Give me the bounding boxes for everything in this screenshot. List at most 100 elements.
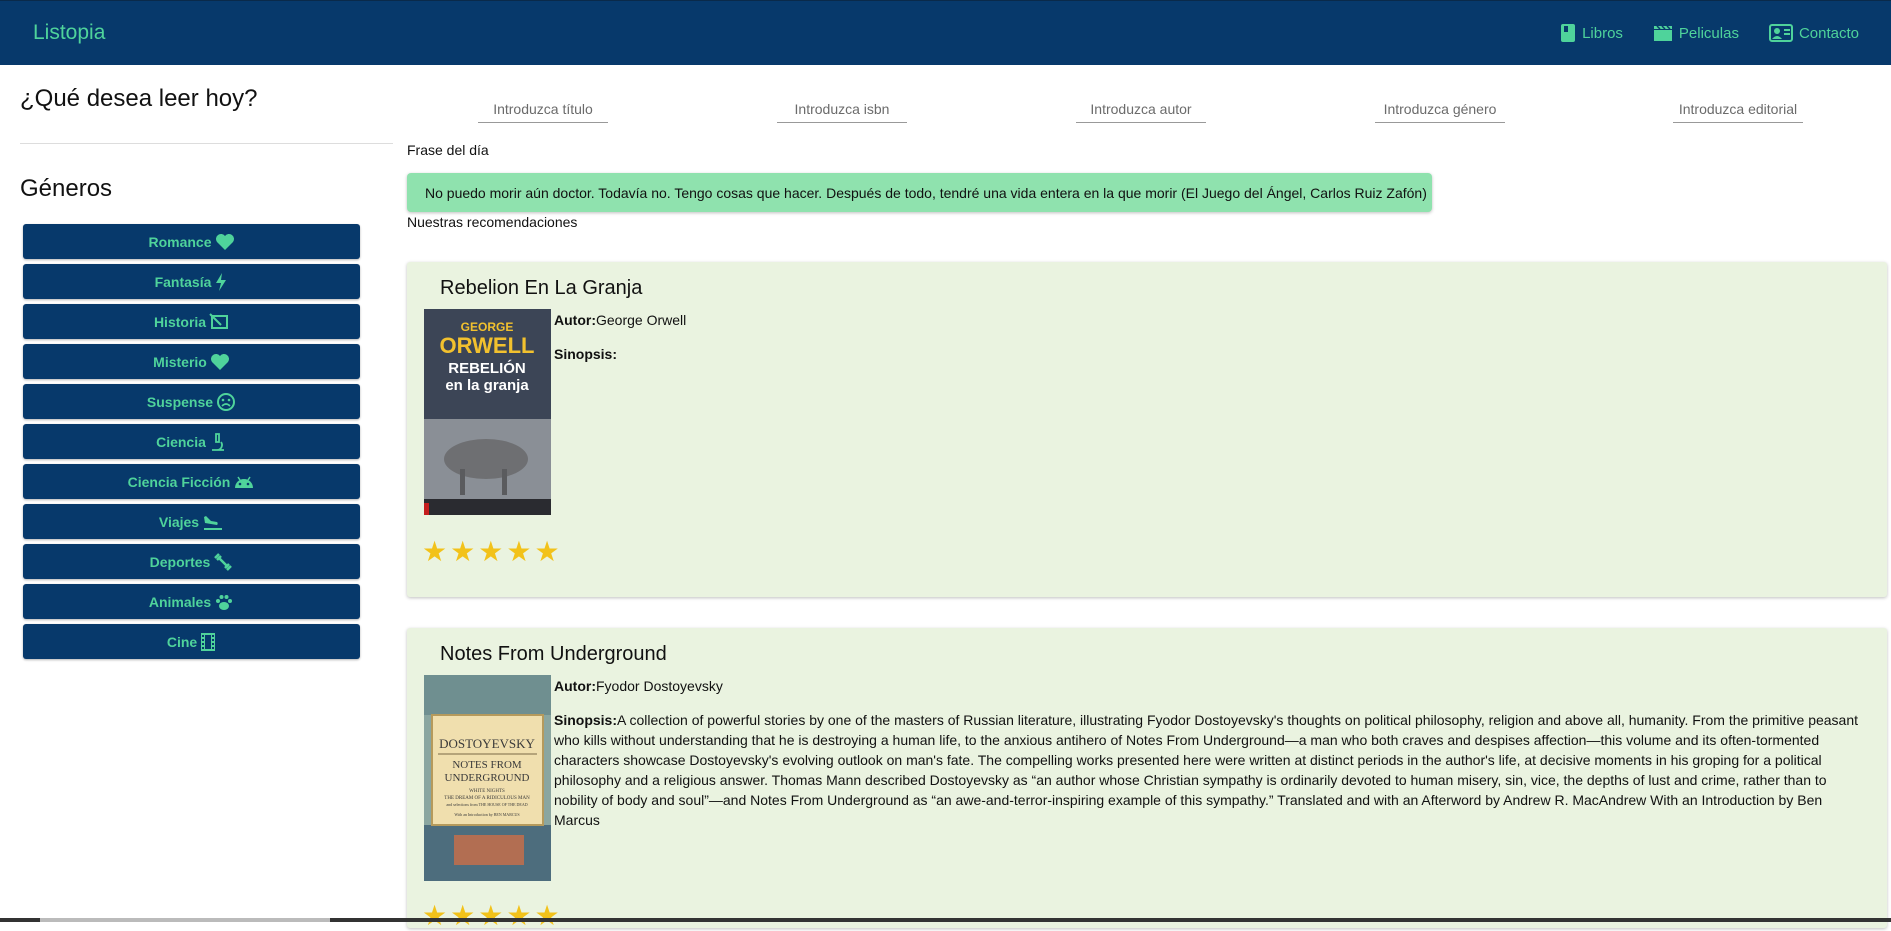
genre-label: Animales <box>148 593 212 610</box>
genre-button-historia[interactable]: Historia <box>23 304 360 339</box>
film-icon <box>200 632 216 652</box>
star-icon[interactable]: ★ <box>450 902 475 930</box>
author-value: Fyodor Dostoyevsky <box>596 678 723 694</box>
genres-title: Géneros <box>20 175 113 202</box>
main-content: Frase del día No puedo morir aún doctor.… <box>407 65 1891 930</box>
cover-title-line2: en la granja <box>445 377 529 394</box>
horizontal-scrollbar-thumb[interactable] <box>40 918 330 922</box>
nav-contacto-label: Contacto <box>1798 24 1859 42</box>
genre-button-romance[interactable]: Romance <box>23 224 360 259</box>
star-rating: ★ ★ ★ ★ ★ <box>422 902 560 930</box>
book-card: Rebelion En La Granja GEORGE ORWELL REBE… <box>407 262 1887 597</box>
star-icon[interactable]: ★ <box>450 538 475 566</box>
title-search-input[interactable] <box>478 95 608 123</box>
genre-label: Cine <box>166 633 198 650</box>
genre-label: Ciencia Ficción <box>127 473 231 490</box>
genre-button-suspense[interactable]: Suspense <box>23 384 360 419</box>
quote-text: No puedo morir aún doctor. Todavía no. T… <box>425 184 1427 201</box>
genre-button-fantasia[interactable]: Fantasía <box>23 264 360 299</box>
author-label: Autor: <box>554 678 596 694</box>
microscope-icon <box>209 432 227 452</box>
star-icon[interactable]: ★ <box>478 538 503 566</box>
genre-button-viajes[interactable]: Viajes <box>23 504 360 539</box>
plane-landing-icon <box>202 513 224 531</box>
genre-label: Deportes <box>149 553 211 570</box>
nav-peliculas-label: Peliculas <box>1678 24 1739 42</box>
book-icon <box>1560 23 1576 43</box>
sidebar-divider <box>20 143 393 144</box>
book-title[interactable]: Rebelion En La Granja <box>440 277 642 300</box>
genre-label: Historia <box>153 313 207 330</box>
star-icon[interactable]: ★ <box>506 902 531 930</box>
author-label: Autor: <box>554 312 596 328</box>
star-icon[interactable]: ★ <box>506 538 531 566</box>
synopsis-value: A collection of powerful stories by one … <box>554 712 1859 828</box>
star-icon[interactable]: ★ <box>478 902 503 930</box>
genre-label: Romance <box>148 233 212 250</box>
book-author: Autor:Fyodor Dostoyevsky <box>554 678 723 694</box>
search-row <box>407 95 1891 125</box>
android-icon <box>233 474 255 490</box>
heart-icon <box>215 233 235 251</box>
author-search-input[interactable] <box>1076 95 1206 123</box>
heart-icon <box>210 353 230 371</box>
book-card: Notes From Underground DOSTOYEVSKY NOTES… <box>407 628 1887 930</box>
genre-label: Fantasía <box>154 273 212 290</box>
genre-button-deportes[interactable]: Deportes <box>23 544 360 579</box>
genre-list: Romance Fantasía Historia Misterio Suspe… <box>23 224 360 664</box>
nav-contacto[interactable]: Contacto <box>1768 23 1859 43</box>
nav-libros-label: Libros <box>1582 24 1623 42</box>
star-rating: ★ ★ ★ ★ ★ <box>422 538 560 566</box>
cover-title-line2: UNDERGROUND <box>445 772 530 784</box>
history-icon <box>209 312 229 331</box>
genre-label: Ciencia <box>156 433 206 450</box>
bolt-icon <box>214 272 228 292</box>
genre-button-animales[interactable]: Animales <box>23 584 360 619</box>
cover-author-surname: ORWELL <box>440 333 535 358</box>
isbn-search-input[interactable] <box>777 95 907 123</box>
cover-title-line1: REBELIÓN <box>448 359 526 377</box>
sidebar-question: ¿Qué desea leer hoy? <box>20 85 258 112</box>
paw-icon <box>214 593 234 611</box>
genre-button-ciencia-ficcion[interactable]: Ciencia Ficción <box>23 464 360 499</box>
cover-title-line1: NOTES FROM <box>452 759 522 771</box>
book-author: Autor:George Orwell <box>554 312 686 328</box>
genre-button-ciencia[interactable]: Ciencia <box>23 424 360 459</box>
cover-introduction: With an Introduction by BEN MARCUS <box>454 812 519 817</box>
publisher-search-input[interactable] <box>1673 95 1803 123</box>
quote-label: Frase del día <box>407 142 489 158</box>
brand-logo[interactable]: Listopia <box>33 21 105 45</box>
clapperboard-icon <box>1653 24 1673 42</box>
cover-author-text: GEORGE <box>461 320 514 334</box>
book-cover-image[interactable]: GEORGE ORWELL REBELIÓN en la granja <box>424 309 551 515</box>
book-cover-image[interactable]: DOSTOYEVSKY NOTES FROM UNDERGROUND WHITE… <box>424 675 551 881</box>
nav-peliculas[interactable]: Peliculas <box>1653 23 1739 43</box>
recommendations-label: Nuestras recomendaciones <box>407 214 578 230</box>
star-icon[interactable]: ★ <box>422 538 447 566</box>
synopsis-label: Sinopsis: <box>554 712 618 728</box>
dumbbell-icon <box>213 552 233 572</box>
cover-subtitle-1: WHITE NIGHTS <box>469 789 505 794</box>
main-nav: Libros Peliculas Contacto <box>1560 23 1859 43</box>
nav-libros[interactable]: Libros <box>1560 23 1623 43</box>
cover-subtitle-3: and selections from THE HOUSE OF THE DEA… <box>446 802 527 807</box>
book-synopsis: Sinopsis: <box>554 344 1864 364</box>
star-icon[interactable]: ★ <box>422 902 447 930</box>
cover-subtitle-2: THE DREAM OF A RIDICULOUS MAN <box>444 796 530 801</box>
book-title[interactable]: Notes From Underground <box>440 643 667 666</box>
genre-search-input[interactable] <box>1375 95 1505 123</box>
top-navbar: Listopia Libros Peliculas Contacto <box>0 0 1891 65</box>
cover-author-text: DOSTOYEVSKY <box>439 736 535 751</box>
genre-button-misterio[interactable]: Misterio <box>23 344 360 379</box>
genre-label: Viajes <box>158 513 200 530</box>
star-icon[interactable]: ★ <box>534 902 559 930</box>
synopsis-label: Sinopsis: <box>554 346 618 362</box>
author-value: George Orwell <box>596 312 687 328</box>
quote-of-the-day: No puedo morir aún doctor. Todavía no. T… <box>407 173 1432 212</box>
sad-face-icon <box>216 392 236 412</box>
genre-label: Misterio <box>153 353 207 370</box>
sidebar: ¿Qué desea leer hoy? Géneros Romance Fan… <box>0 65 395 922</box>
genre-button-cine[interactable]: Cine <box>23 624 360 659</box>
genre-label: Suspense <box>146 393 214 410</box>
star-icon[interactable]: ★ <box>534 538 559 566</box>
